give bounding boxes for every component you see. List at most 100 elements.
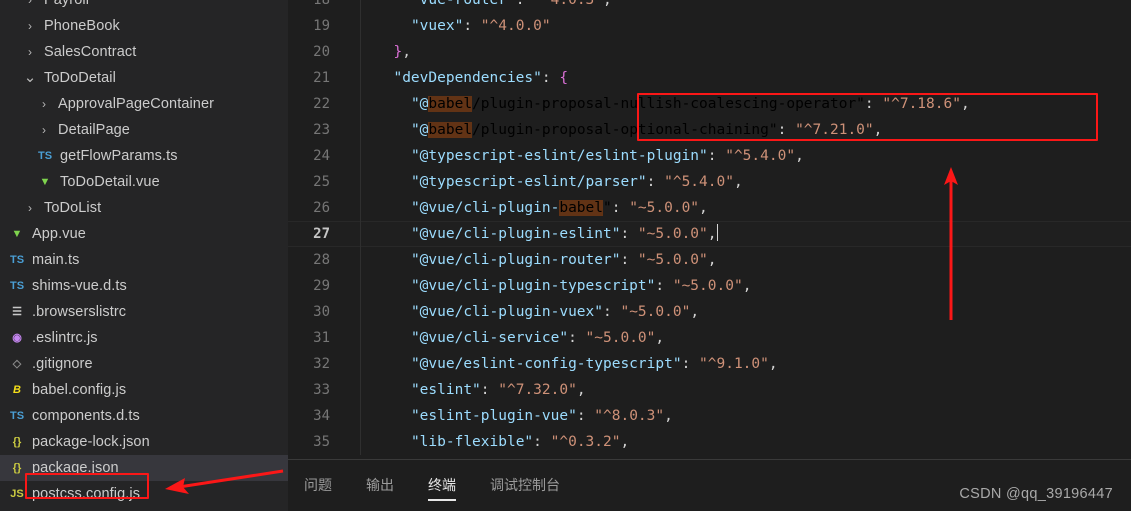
code-line-21[interactable]: 21 "devDependencies": { [288,65,1131,91]
tree-item-phonebook[interactable]: › PhoneBook [0,13,288,39]
code-line-31[interactable]: 31 "@vue/cli-service": "~5.0.0", [288,325,1131,351]
line-number: 27 [313,226,330,242]
typescript-icon: TS [9,410,25,422]
tree-item-babel-config-js[interactable]: Bbabel.config.js [0,377,288,403]
vscode-window: › Payroll › PhoneBook › SalesContract ⌄ ToDoDet… [0,0,1131,511]
code-line-20[interactable]: 20 }, [288,39,1131,65]
tree-item-browserslistrc[interactable]: ☰ .browserslistrc [0,299,288,325]
config-list-icon: ☰ [12,306,22,318]
code-text: "vue-router": "^4.0.3", [410,0,612,8]
tree-item-label: postcss.config.js [32,486,141,502]
indent-spacer [0,299,8,325]
watermark: CSDN @qq_39196447 [959,486,1113,502]
code-line-19[interactable]: 19 "vuex": "^4.0.0" [288,13,1131,39]
indent-guide [360,39,361,65]
panel-tab-3[interactable]: 调试控制台 [488,469,562,503]
code-line-27[interactable]: 27 "@vue/cli-plugin-eslint": "~5.0.0", [288,221,1131,247]
chevron-down-icon[interactable]: ⌄ [22,65,38,91]
tree-item-postcss-config-js[interactable]: JS postcss.config.js [0,481,288,507]
tree-item-payroll[interactable]: › Payroll [0,0,288,13]
panel-tab-0[interactable]: 问题 [302,469,334,503]
code-line-28[interactable]: 28 "@vue/cli-plugin-router": "~5.0.0", [288,247,1131,273]
code-editor[interactable]: 18 "vue-router": "^4.0.3", 19 "vuex": "^4… [288,0,1131,459]
chevron-right-icon[interactable]: › [22,0,38,13]
tree-item-label: SalesContract [44,44,137,60]
indent-spacer [0,39,22,65]
tree-item-label: babel.config.js [32,382,127,398]
tree-item-shims-vue-d-ts[interactable]: TS shims-vue.d.ts [0,273,288,299]
code-text: }, [393,44,411,60]
indent-guide [360,403,361,429]
line-number: 28 [313,252,330,268]
explorer-sidebar[interactable]: › Payroll › PhoneBook › SalesContract ⌄ ToDoDet… [0,0,288,511]
line-number: 22 [313,96,330,112]
tree-item-components-d-ts[interactable]: TS components.d.ts [0,403,288,429]
tree-item-tododetail[interactable]: ⌄ ToDoDetail [0,65,288,91]
indent-spacer [0,221,8,247]
indent-spacer [0,481,8,507]
tree-item-label: Payroll [44,0,90,8]
code-line-32[interactable]: 32 "@vue/eslint-config-typescript": "^9.… [288,351,1131,377]
indent-spacer [0,377,8,403]
code-line-25[interactable]: 25 "@typescript-eslint/parser": "^5.4.0"… [288,169,1131,195]
indent-spacer [0,0,22,13]
line-number: 23 [313,122,330,138]
tree-item-tododetail-vue[interactable]: ▼ ToDoDetail.vue [0,169,288,195]
tree-item-package-json[interactable]: {} package.json [0,455,288,481]
eslint-icon: ◉ [12,332,22,344]
indent-guide [360,247,361,273]
babel-icon: B [13,384,21,396]
tree-item-label: DetailPage [58,122,130,138]
code-line-35[interactable]: 35 "lib-flexible": "^0.3.2", [288,429,1131,455]
code-line-33[interactable]: 33 "eslint": "^7.32.0", [288,377,1131,403]
code-line-24[interactable]: 24 "@typescript-eslint/eslint-plugin": "… [288,143,1131,169]
code-line-29[interactable]: 29 "@vue/cli-plugin-typescript": "~5.0.0… [288,273,1131,299]
line-number: 30 [313,304,330,320]
tree-item-approvalpagecontainer[interactable]: › ApprovalPageContainer [0,91,288,117]
tree-item-getflowparams-ts[interactable]: TS getFlowParams.ts [0,143,288,169]
indent-spacer [0,403,8,429]
tree-item-label: App.vue [32,226,86,242]
code-line-34[interactable]: 34 "eslint-plugin-vue": "^8.0.3", [288,403,1131,429]
vue-icon: ▼ [11,228,23,240]
chevron-right-icon[interactable]: › [22,195,38,221]
code-text: "@typescript-eslint/parser": "^5.4.0", [410,174,743,190]
code-line-23[interactable]: 23 "@babel/plugin-proposal-optional-chai… [288,117,1131,143]
chevron-right-icon[interactable]: › [36,91,52,117]
code-content[interactable]: 18 "vue-router": "^4.0.3", 19 "vuex": "^4… [288,0,1131,455]
code-text: "eslint-plugin-vue": "^8.0.3", [410,408,673,424]
panel-tab-1[interactable]: 输出 [364,469,396,503]
tree-item-label: ToDoList [44,200,102,216]
tree-item-todolist[interactable]: › ToDoList [0,195,288,221]
bottom-panel[interactable]: 问题 输出 终端 调试控制台 [288,459,1131,511]
text-cursor [716,224,718,241]
tree-item-detailpage[interactable]: › DetailPage [0,117,288,143]
code-line-26[interactable]: 26 "@vue/cli-plugin-babel": "~5.0.0", [288,195,1131,221]
indent-guide [360,0,361,13]
indent-spacer [0,117,36,143]
tree-item-package-lock-json[interactable]: {} package-lock.json [0,429,288,455]
code-line-22[interactable]: 22 "@babel/plugin-proposal-nullish-coale… [288,91,1131,117]
indent-guide [360,299,361,325]
line-number: 24 [313,148,330,164]
tree-item-main-ts[interactable]: TS main.ts [0,247,288,273]
code-text: "@babel/plugin-proposal-nullish-coalesci… [410,96,970,112]
tree-item-label: components.d.ts [32,408,140,424]
file-tree[interactable]: › Payroll › PhoneBook › SalesContract ⌄ ToDoDet… [0,0,288,507]
panel-tab-2[interactable]: 终端 [426,469,458,503]
tree-item-eslintrc-js[interactable]: ◉ .eslintrc.js [0,325,288,351]
chevron-right-icon[interactable]: › [22,39,38,65]
chevron-right-icon[interactable]: › [22,13,38,39]
indent-spacer [0,247,8,273]
line-number: 31 [313,330,330,346]
line-number: 34 [313,408,330,424]
tree-item-app-vue[interactable]: ▼ App.vue [0,221,288,247]
git-icon: ◇ [12,358,22,370]
tree-item-salescontract[interactable]: › SalesContract [0,39,288,65]
code-line-30[interactable]: 30 "@vue/cli-plugin-vuex": "~5.0.0", [288,299,1131,325]
tree-item-gitignore[interactable]: ◇ .gitignore [0,351,288,377]
tree-item-label: package-lock.json [32,434,150,450]
chevron-right-icon[interactable]: › [36,117,52,143]
indent-spacer [0,351,8,377]
code-line-18[interactable]: 18 "vue-router": "^4.0.3", [288,0,1131,13]
